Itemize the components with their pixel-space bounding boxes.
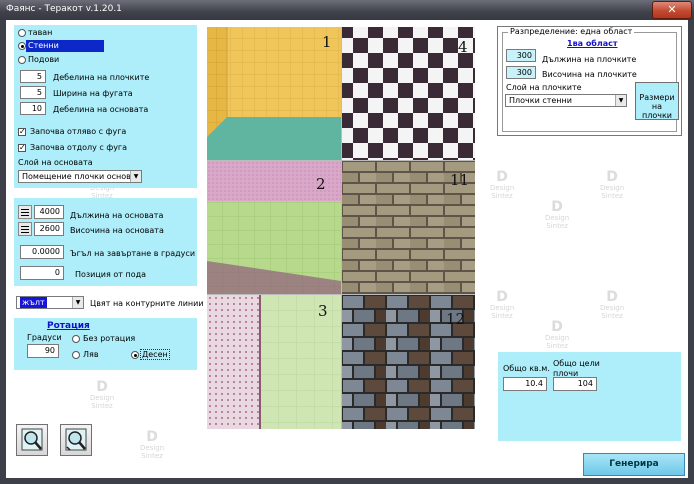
zoom-in-button[interactable]: [16, 424, 48, 456]
joint-width-label: Ширина на фугата: [53, 89, 133, 98]
radio-no-rotation-label: Без ротация: [83, 334, 136, 343]
degrees-label: Градуси: [27, 333, 62, 342]
height-spinner-icon[interactable]: [18, 222, 32, 236]
radio-ceiling[interactable]: [18, 29, 26, 37]
base-layer-value: Помещение плочки основа: [22, 172, 136, 181]
radio-walls[interactable]: [18, 42, 26, 50]
window-frame-bottom: [0, 478, 694, 484]
base-thickness-field[interactable]: 10: [20, 102, 46, 115]
window-frame-right: [688, 20, 694, 484]
tile-layer-dropdown[interactable]: Плочки стенни ▼: [505, 94, 627, 107]
tile-sizes-button[interactable]: Размери на плочки: [635, 82, 679, 120]
color-value: жълт: [20, 297, 47, 308]
base-length-field[interactable]: 4000: [34, 205, 64, 219]
tile-preview-1[interactable]: [207, 27, 341, 160]
rotation-angle-field[interactable]: 0.0000: [20, 245, 64, 259]
base-length-label: Дължина на основата: [70, 211, 164, 220]
window-title: Фаянс - Теракот v.1.20.1: [6, 4, 122, 14]
tile-number: 1: [322, 33, 332, 51]
tile-layer-value: Плочки стенни: [509, 96, 572, 105]
rotation-angle-label: Ъгъл на завъртане в градуси: [70, 249, 196, 258]
degrees-field[interactable]: 90: [27, 344, 59, 358]
radio-floors[interactable]: [18, 56, 26, 64]
start-left-joint-checkbox[interactable]: ✓: [18, 128, 26, 136]
base-height-field[interactable]: 2600: [34, 222, 64, 236]
tile-height-label: Височина на плочките: [542, 70, 637, 79]
tile-number: 2: [316, 175, 326, 193]
radio-floors-label: Подови: [28, 55, 60, 64]
tile-number: 4: [458, 38, 468, 56]
base-layer-dropdown[interactable]: Помещение плочки основа ▼: [18, 170, 142, 183]
tile-4-image: [342, 27, 475, 160]
distribution-group-title: Разпределение: една област: [508, 27, 635, 36]
start-left-joint-label: Започва отляво с фуга: [30, 127, 127, 136]
base-height-label: Височина на основата: [70, 226, 164, 235]
tile-1-image: [207, 27, 341, 160]
total-area-field[interactable]: 10.4: [503, 377, 547, 391]
radio-left-label: Ляв: [83, 350, 99, 359]
watermark: DDesignSintez: [90, 379, 115, 410]
radio-left[interactable]: [72, 351, 80, 359]
watermark: DDesignSintez: [545, 199, 570, 230]
tile-number: 12: [446, 310, 466, 328]
base-layer-label: Слой на основата: [18, 158, 93, 167]
tile-thickness-field[interactable]: 5: [20, 70, 46, 83]
watermark: DDesignSintez: [490, 289, 515, 320]
radio-right[interactable]: [131, 351, 139, 359]
floor-position-label: Позиция от пода: [75, 270, 147, 279]
color-dropdown[interactable]: жълт ▼: [16, 296, 84, 309]
tile-length-label: Дължина на плочките: [542, 55, 637, 64]
total-count-label: Общо цели плочи: [553, 359, 600, 378]
tile-length-field[interactable]: 300: [506, 49, 536, 62]
zoom-out-icon: [65, 428, 87, 451]
tile-thickness-label: Дебелина на плочките: [53, 73, 150, 82]
close-button[interactable]: ✕: [652, 1, 692, 19]
radio-walls-label: Стенни: [28, 41, 59, 50]
area-title: 1ва област: [567, 39, 618, 48]
tile-number: 11: [450, 171, 470, 189]
radio-no-rotation[interactable]: [72, 335, 80, 343]
watermark: DDesignSintez: [600, 289, 625, 320]
watermark: DDesignSintez: [490, 169, 515, 200]
total-count-field[interactable]: 104: [553, 377, 597, 391]
total-area-label: Общо кв.м.: [503, 364, 550, 373]
base-thickness-label: Дебелина на основата: [53, 105, 149, 114]
watermark: DDesignSintez: [545, 319, 570, 350]
joint-width-field[interactable]: 5: [20, 86, 46, 99]
radio-right-label: Десен: [140, 349, 170, 360]
rotation-title: Ротация: [47, 321, 90, 331]
length-spinner-icon[interactable]: [18, 205, 32, 219]
tile-preview-4[interactable]: [342, 27, 475, 160]
tile-number: 3: [318, 302, 328, 320]
tile-height-field[interactable]: 300: [506, 66, 536, 79]
zoom-in-icon: [21, 428, 43, 451]
color-label: Цвят на контурните линии: [90, 299, 204, 308]
generate-button[interactable]: Генерира: [583, 453, 685, 476]
watermark: DDesignSintez: [600, 169, 625, 200]
tile-layer-label: Слой на плочките: [506, 83, 582, 92]
start-bottom-joint-checkbox[interactable]: ✓: [18, 144, 26, 152]
chevron-down-icon: ▼: [130, 171, 141, 182]
watermark: DDesignSintez: [140, 429, 165, 460]
start-bottom-joint-label: Започва отдолу с фуга: [30, 143, 128, 152]
chevron-down-icon: ▼: [615, 95, 626, 106]
radio-ceiling-label: таван: [28, 28, 53, 37]
zoom-out-button[interactable]: [60, 424, 92, 456]
chevron-down-icon: ▼: [72, 297, 83, 308]
floor-position-field[interactable]: 0: [20, 266, 64, 280]
